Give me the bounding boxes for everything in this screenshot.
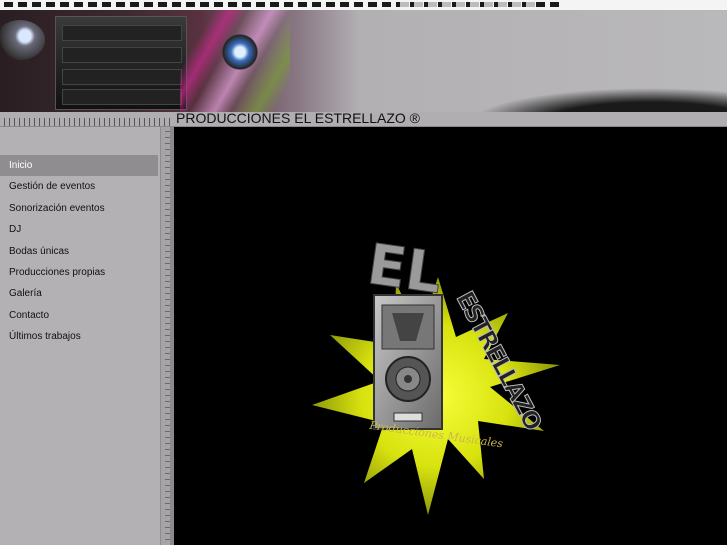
- speaker-icon: [373, 294, 443, 430]
- main-nav: Inicio Gestión de eventos Sonorización e…: [0, 155, 158, 348]
- moving-head-light-icon: [222, 34, 258, 70]
- site-title: PRODUCCIONES EL ESTRELLAZO ®: [176, 110, 420, 126]
- nav-item-contacto[interactable]: Contacto: [0, 305, 158, 326]
- film-holes-faded: [400, 2, 540, 7]
- film-strip-decoration: [0, 0, 727, 10]
- speaker-stack-image: [55, 16, 187, 110]
- nav-item-dj[interactable]: DJ: [0, 219, 158, 240]
- stage-light-icon: [0, 20, 45, 60]
- nav-item-producciones[interactable]: Producciones propias: [0, 262, 158, 283]
- nav-item-inicio[interactable]: Inicio: [0, 155, 158, 177]
- main-content: EL ESTRELLAZO Producciones Musicales: [174, 127, 727, 545]
- nav-item-sonorizacion[interactable]: Sonorización eventos: [0, 198, 158, 219]
- sidebar: Inicio Gestión de eventos Sonorización e…: [0, 127, 171, 545]
- smoke-decoration: [440, 82, 727, 112]
- estrellazo-logo: EL ESTRELLAZO Producciones Musicales: [312, 232, 560, 515]
- nav-item-galeria[interactable]: Galería: [0, 283, 158, 304]
- nav-item-bodas[interactable]: Bodas únicas: [0, 241, 158, 262]
- ruler-decoration: [4, 118, 172, 126]
- title-bar: PRODUCCIONES EL ESTRELLAZO ®: [0, 110, 727, 127]
- nav-item-gestion-eventos[interactable]: Gestión de eventos: [0, 176, 158, 197]
- logo-word-el: EL: [364, 232, 446, 307]
- header-banner: [0, 10, 727, 112]
- nav-item-ultimos-trabajos[interactable]: Últimos trabajos: [0, 326, 158, 347]
